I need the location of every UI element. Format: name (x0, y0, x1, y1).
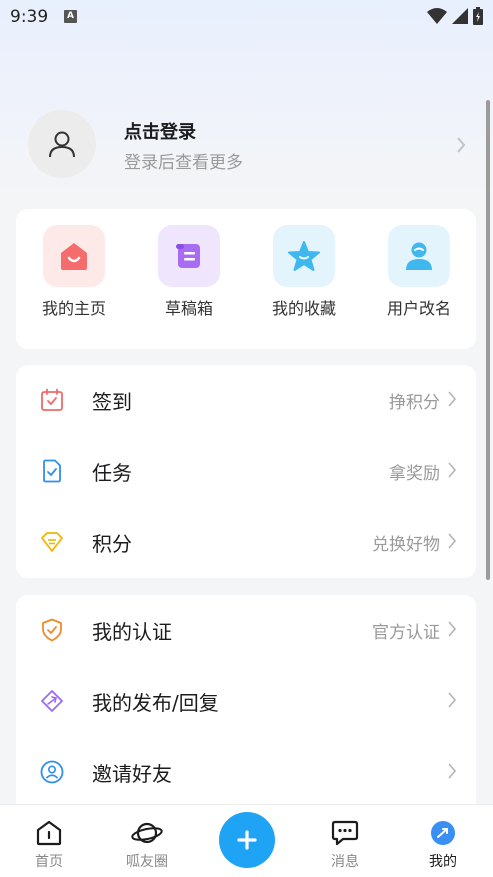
send-icon (41, 690, 63, 712)
shortcut-drafts[interactable]: 草稿箱 (139, 225, 239, 319)
home-icon (43, 225, 105, 287)
tab-label: 消息 (331, 854, 359, 870)
tab-friends-circle[interactable]: 呱友圈 (112, 819, 182, 871)
shortcut-rename[interactable]: 用户改名 (369, 225, 469, 319)
plus-icon (237, 830, 257, 850)
shield-check-icon (42, 618, 62, 642)
menu-item-hint: 挣积分 (389, 393, 440, 413)
tab-messages[interactable]: 消息 (310, 819, 380, 871)
user-icon (388, 225, 450, 287)
status-icons (427, 7, 483, 25)
task-icon (43, 459, 61, 483)
menu-item-invite-friends[interactable]: 邀请好友 (16, 737, 476, 808)
tab-label: 呱友圈 (126, 854, 168, 870)
login-title[interactable]: 点击登录 (124, 118, 196, 144)
menu-item-certification[interactable]: 我的认证 官方认证 (16, 595, 476, 666)
planet-icon (131, 822, 163, 844)
shortcut-label: 草稿箱 (164, 299, 213, 318)
shortcut-label: 用户改名 (386, 299, 451, 318)
tab-label: 我的 (429, 854, 457, 870)
diamond-icon (41, 532, 63, 552)
status-bar: 9:39 A (0, 0, 493, 34)
menu-group-rewards: 签到 挣积分 任务 拿奖励 积分 兑换好物 (16, 365, 476, 578)
chevron-right-icon (448, 533, 456, 549)
menu-item-hint: 兑换好物 (372, 535, 440, 555)
shortcut-favorites[interactable]: 我的收藏 (254, 225, 354, 319)
menu-item-checkin[interactable]: 签到 挣积分 (16, 365, 476, 436)
person-icon (49, 131, 75, 158)
login-subtitle: 登录后查看更多 (124, 153, 243, 173)
calendar-check-icon (41, 388, 63, 411)
chevron-right-icon (448, 692, 456, 708)
menu-item-label: 邀请好友 (92, 762, 172, 786)
shortcut-my-home[interactable]: 我的主页 (24, 225, 124, 319)
menu-group-account: 我的认证 官方认证 我的发布/回复 邀请好友 (16, 595, 476, 825)
me-icon (431, 821, 455, 845)
scrollbar[interactable] (486, 100, 490, 580)
menu-item-tasks[interactable]: 任务 拿奖励 (16, 436, 476, 507)
home-tab-icon (36, 820, 62, 846)
star-icon (273, 225, 335, 287)
notification-a-icon: A (64, 10, 77, 23)
chevron-right-icon (448, 462, 456, 478)
menu-item-hint: 官方认证 (372, 623, 440, 643)
shortcut-label: 我的收藏 (271, 299, 336, 318)
avatar[interactable] (28, 110, 96, 178)
menu-item-label: 我的认证 (92, 620, 172, 644)
tab-home[interactable]: 首页 (14, 819, 84, 871)
shortcuts-card: 我的主页 草稿箱 我的收藏 用户改名 (16, 209, 476, 349)
status-time: 9:39 (10, 7, 49, 27)
scroll-icon (158, 225, 220, 287)
wifi-icon (427, 8, 447, 24)
chevron-right-icon (448, 391, 456, 407)
menu-item-my-posts[interactable]: 我的发布/回复 (16, 666, 476, 737)
menu-item-hint: 拿奖励 (389, 464, 440, 484)
menu-item-label: 签到 (92, 390, 132, 414)
menu-item-label: 我的发布/回复 (92, 691, 219, 715)
signal-icon (452, 8, 468, 24)
message-icon (331, 820, 359, 846)
chevron-right-icon (448, 763, 456, 779)
invite-icon (40, 760, 64, 784)
menu-item-points[interactable]: 积分 兑换好物 (16, 507, 476, 578)
tab-label: 首页 (35, 854, 63, 870)
chevron-right-icon (457, 137, 466, 153)
menu-item-label: 积分 (92, 532, 132, 556)
chevron-right-icon (448, 621, 456, 637)
shortcut-label: 我的主页 (41, 299, 106, 318)
create-post-button[interactable] (219, 812, 275, 868)
menu-item-label: 任务 (92, 461, 132, 485)
tab-me[interactable]: 我的 (408, 819, 478, 871)
battery-icon (473, 7, 483, 25)
login-profile[interactable]: 点击登录 登录后查看更多 (26, 110, 466, 182)
